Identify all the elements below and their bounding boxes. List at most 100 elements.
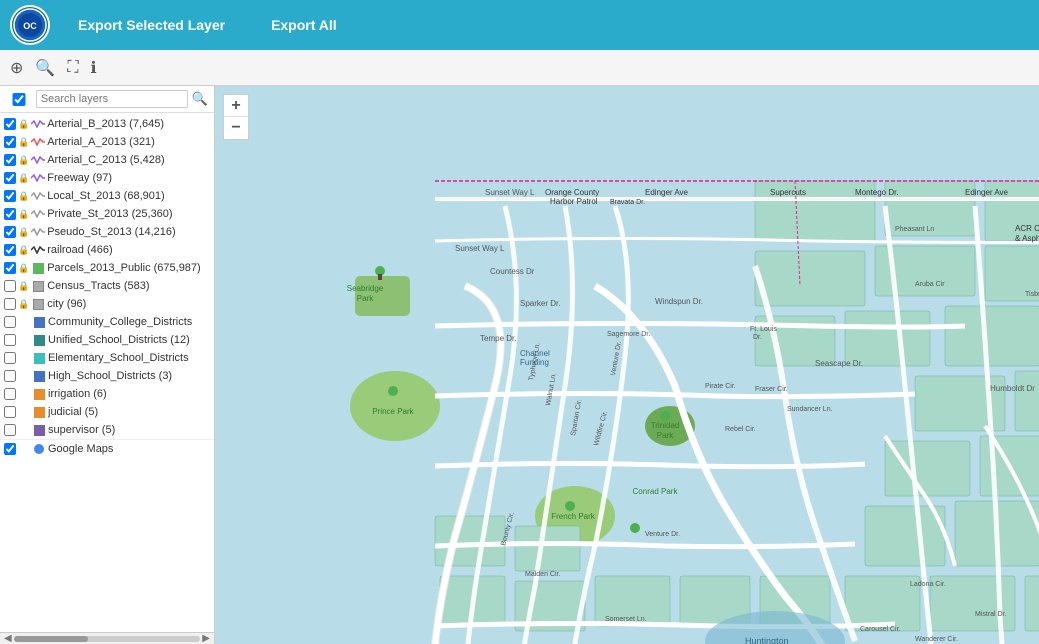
export-selected-button[interactable]: Export Selected Layer: [60, 9, 243, 41]
layer-checkbox[interactable]: [4, 334, 16, 346]
layer-checkbox[interactable]: [4, 190, 16, 202]
layer-item: High_School_Districts (3): [0, 367, 214, 385]
layer-checkbox[interactable]: [4, 424, 16, 436]
layer-search-icon[interactable]: 🔍: [192, 91, 208, 107]
layer-checkbox[interactable]: [4, 443, 16, 455]
layer-checkbox[interactable]: [4, 406, 16, 418]
layer-name-label: Community_College_Districts: [48, 316, 210, 328]
layer-lock-icon: 🔒: [18, 137, 29, 148]
svg-text:Harbor Patrol: Harbor Patrol: [550, 197, 598, 206]
layer-item: 🔒 Census_Tracts (583): [0, 277, 214, 295]
svg-text:ACR Concrete: ACR Concrete: [1015, 224, 1039, 233]
layer-type-icon: [32, 315, 46, 329]
layer-checkbox[interactable]: [4, 226, 16, 238]
svg-text:Trinidad: Trinidad: [651, 421, 680, 430]
svg-text:Sunset Way L: Sunset Way L: [455, 244, 505, 253]
layer-name-label: Census_Tracts (583): [47, 280, 210, 292]
layer-checkbox[interactable]: [4, 262, 16, 274]
map-svg: Huntington Harbour Seabridge Park Prince…: [215, 86, 1039, 644]
layer-name-label: supervisor (5): [48, 424, 210, 436]
zoom-out-button[interactable]: −: [224, 117, 248, 139]
layer-type-icon: [32, 351, 46, 365]
main-area: 🔍 🔒 Arterial_B_2013 (7,645) 🔒 Arterial_A_20…: [0, 86, 1039, 644]
layer-checkbox[interactable]: [4, 208, 16, 220]
info-icon[interactable]: ℹ: [91, 58, 97, 78]
export-all-button[interactable]: Export All: [253, 9, 355, 41]
layer-name-label: Parcels_2013_Public (675,987): [47, 262, 210, 274]
layer-checkbox[interactable]: [4, 298, 16, 310]
layer-item: 🔒 Parcels_2013_Public (675,987): [0, 259, 214, 277]
fullscreen-icon[interactable]: ⛶: [67, 59, 78, 77]
layer-name-label: High_School_Districts (3): [48, 370, 210, 382]
layer-checkbox[interactable]: [4, 244, 16, 256]
svg-text:Pirate Cir.: Pirate Cir.: [705, 383, 736, 390]
layer-item: 🔒 Arterial_A_2013 (321): [0, 133, 214, 151]
layer-checkbox[interactable]: [4, 172, 16, 184]
layer-list: 🔒 Arterial_B_2013 (7,645) 🔒 Arterial_A_2013…: [0, 113, 214, 632]
svg-text:Huntington: Huntington: [745, 636, 789, 644]
svg-text:Sagemore Dr.: Sagemore Dr.: [607, 331, 650, 338]
layer-type-icon: [32, 387, 46, 401]
svg-text:Sundancer Ln.: Sundancer Ln.: [787, 406, 833, 413]
svg-text:Malden Cir.: Malden Cir.: [525, 571, 560, 578]
layer-search-input[interactable]: [36, 90, 188, 108]
layer-lock-icon: 🔒: [18, 281, 29, 292]
layer-type-icon: [31, 207, 45, 221]
layer-checkbox[interactable]: [4, 280, 16, 292]
layer-item: 🔒 Arterial_B_2013 (7,645): [0, 115, 214, 133]
layer-lock-icon: 🔒: [18, 263, 29, 274]
svg-text:Humboldt Dr: Humboldt Dr: [990, 384, 1035, 393]
svg-text:Park: Park: [357, 294, 374, 303]
layer-type-icon: [31, 243, 45, 257]
scroll-track: [14, 636, 201, 642]
layer-checkbox[interactable]: [4, 136, 16, 148]
svg-text:Montego Dr.: Montego Dr.: [855, 188, 899, 197]
svg-text:Wanderer Cir.: Wanderer Cir.: [915, 636, 958, 643]
layer-type-icon: [32, 442, 46, 456]
scroll-left-arrow[interactable]: ◀: [2, 633, 14, 644]
svg-text:Rebel Cir.: Rebel Cir.: [725, 426, 756, 433]
layer-checkbox[interactable]: [4, 316, 16, 328]
layer-checkbox[interactable]: [4, 388, 16, 400]
select-all-checkbox[interactable]: [6, 93, 32, 106]
svg-text:Countess Dr: Countess Dr: [490, 267, 535, 276]
layer-lock-icon: 🔒: [18, 173, 29, 184]
layer-type-icon: [32, 423, 46, 437]
layer-item: 🔒city (96): [0, 295, 214, 313]
layer-item: 🔒railroad (466): [0, 241, 214, 259]
layer-name-label: Google Maps: [48, 443, 210, 455]
svg-text:Park: Park: [657, 431, 674, 440]
svg-text:Carousel Cir.: Carousel Cir.: [860, 626, 901, 633]
layer-type-icon: [31, 297, 45, 311]
layer-name-label: Local_St_2013 (68,901): [47, 190, 210, 202]
layer-name-label: railroad (466): [47, 244, 210, 256]
map-area[interactable]: + −: [215, 86, 1039, 644]
layer-lock-icon: 🔒: [18, 119, 29, 130]
panel-scrollbar[interactable]: ◀ ▶: [0, 632, 214, 644]
svg-text:Sparker Dr.: Sparker Dr.: [520, 299, 560, 308]
layer-checkbox[interactable]: [4, 352, 16, 364]
layer-name-label: Arterial_B_2013 (7,645): [47, 118, 210, 130]
layer-item: judicial (5): [0, 403, 214, 421]
layer-checkbox[interactable]: [4, 370, 16, 382]
logo: OC: [10, 5, 50, 45]
layer-lock-icon: 🔒: [18, 191, 29, 202]
svg-text:Sunset Way L: Sunset Way L: [485, 188, 535, 197]
layer-lock-icon: 🔒: [18, 155, 29, 166]
layer-item: 🔒Freeway (97): [0, 169, 214, 187]
svg-text:French Park: French Park: [551, 512, 596, 521]
layer-name-label: Arterial_A_2013 (321): [47, 136, 210, 148]
scroll-right-arrow[interactable]: ▶: [200, 633, 212, 644]
layer-type-icon: [31, 225, 45, 239]
search-icon[interactable]: 🔍: [35, 58, 55, 78]
layer-name-label: Elementary_School_Districts: [48, 352, 210, 364]
layer-item: irrigation (6): [0, 385, 214, 403]
layer-checkbox[interactable]: [4, 154, 16, 166]
layer-type-icon: [31, 117, 45, 131]
svg-text:Dr.: Dr.: [753, 334, 762, 341]
layer-type-icon: [31, 135, 45, 149]
zoom-in-button[interactable]: +: [224, 95, 248, 117]
svg-text:Prince Park: Prince Park: [372, 407, 414, 416]
layer-checkbox[interactable]: [4, 118, 16, 130]
move-icon[interactable]: ⊕: [10, 58, 23, 78]
